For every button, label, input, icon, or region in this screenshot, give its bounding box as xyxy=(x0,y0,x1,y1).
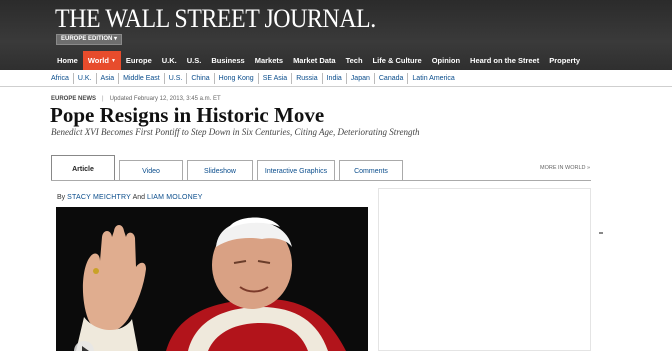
article-meta: EUROPE NEWS | Updated February 12, 2013, 3… xyxy=(51,96,221,102)
site-logo[interactable]: THE WALL STREET JOURNAL. xyxy=(55,4,376,34)
subnav-item-china[interactable]: China xyxy=(187,73,215,84)
nav-item-heard-on-the-street[interactable]: Heard on the Street xyxy=(465,51,544,70)
byline-prefix: By xyxy=(57,194,66,201)
nav-item-property[interactable]: Property xyxy=(544,51,585,70)
headline: Pope Resigns in Historic Move xyxy=(50,103,325,127)
nav-item-home[interactable]: Home xyxy=(52,51,83,70)
subnav-item-middle-east[interactable]: Middle East xyxy=(119,73,165,84)
tab-comments[interactable]: Comments xyxy=(339,160,403,181)
subnav-item-asia[interactable]: Asia xyxy=(97,73,120,84)
tab-divider xyxy=(51,180,591,181)
nav-item-markets[interactable]: Markets xyxy=(250,51,288,70)
subnav-item-russia[interactable]: Russia xyxy=(292,73,323,84)
subheadline: Benedict XVI Becomes First Pontiff to St… xyxy=(51,127,420,137)
tab-slideshow[interactable]: Slideshow xyxy=(187,160,253,181)
chevron-down-icon: ▼ xyxy=(110,58,116,64)
author-link[interactable]: Stacy Meichtry xyxy=(67,194,131,201)
article-tabs: Article Video Slideshow Interactive Grap… xyxy=(51,155,407,181)
article-photo[interactable] xyxy=(56,207,368,351)
subnav-item-us[interactable]: U.S. xyxy=(165,73,188,84)
nav-item-world[interactable]: World ▼ xyxy=(82,51,121,70)
sub-nav: Africa U.K. Asia Middle East U.S. China … xyxy=(0,70,672,87)
nav-item-market-data[interactable]: Market Data xyxy=(288,51,341,70)
updated-timestamp: Updated February 12, 2013, 3:45 a.m. ET xyxy=(109,96,221,102)
ad-placeholder xyxy=(378,188,591,351)
subnav-item-canada[interactable]: Canada xyxy=(375,73,409,84)
nav-item-business[interactable]: Business xyxy=(206,51,249,70)
scroll-marker xyxy=(599,232,603,234)
subnav-item-latin-america[interactable]: Latin America xyxy=(408,73,458,84)
more-in-world-link[interactable]: MORE IN WORLD » xyxy=(540,165,590,171)
subnav-item-se-asia[interactable]: SE Asia xyxy=(259,73,293,84)
tab-interactive-graphics[interactable]: Interactive Graphics xyxy=(257,160,335,181)
edition-selector[interactable]: EUROPE EDITION ▾ xyxy=(56,34,123,45)
nav-item-uk[interactable]: U.K. xyxy=(157,51,182,70)
nav-item-life-culture[interactable]: Life & Culture xyxy=(368,51,427,70)
subnav-item-japan[interactable]: Japan xyxy=(347,73,375,84)
masthead: THE WALL STREET JOURNAL. EUROPE EDITION … xyxy=(0,0,672,70)
subnav-item-uk[interactable]: U.K. xyxy=(74,73,97,84)
meta-separator: | xyxy=(102,96,104,102)
author-link[interactable]: Liam Moloney xyxy=(147,194,203,201)
nav-item-opinion[interactable]: Opinion xyxy=(427,51,465,70)
nav-item-us[interactable]: U.S. xyxy=(182,51,207,70)
tab-article[interactable]: Article xyxy=(51,155,115,181)
main-nav: Home World ▼ Europe U.K. U.S. Business Ma… xyxy=(52,51,585,70)
nav-item-label: World xyxy=(87,56,109,65)
tab-video[interactable]: Video xyxy=(119,160,183,181)
byline-and: And xyxy=(132,194,146,201)
subnav-item-india[interactable]: India xyxy=(323,73,347,84)
nav-item-tech[interactable]: Tech xyxy=(341,51,368,70)
subnav-item-hong-kong[interactable]: Hong Kong xyxy=(215,73,259,84)
pope-photo-illustration xyxy=(56,207,368,351)
subnav-item-africa[interactable]: Africa xyxy=(51,73,74,84)
section-label[interactable]: EUROPE NEWS xyxy=(51,96,96,102)
byline: By Stacy Meichtry And Liam Moloney xyxy=(57,194,203,201)
nav-item-europe[interactable]: Europe xyxy=(121,51,157,70)
